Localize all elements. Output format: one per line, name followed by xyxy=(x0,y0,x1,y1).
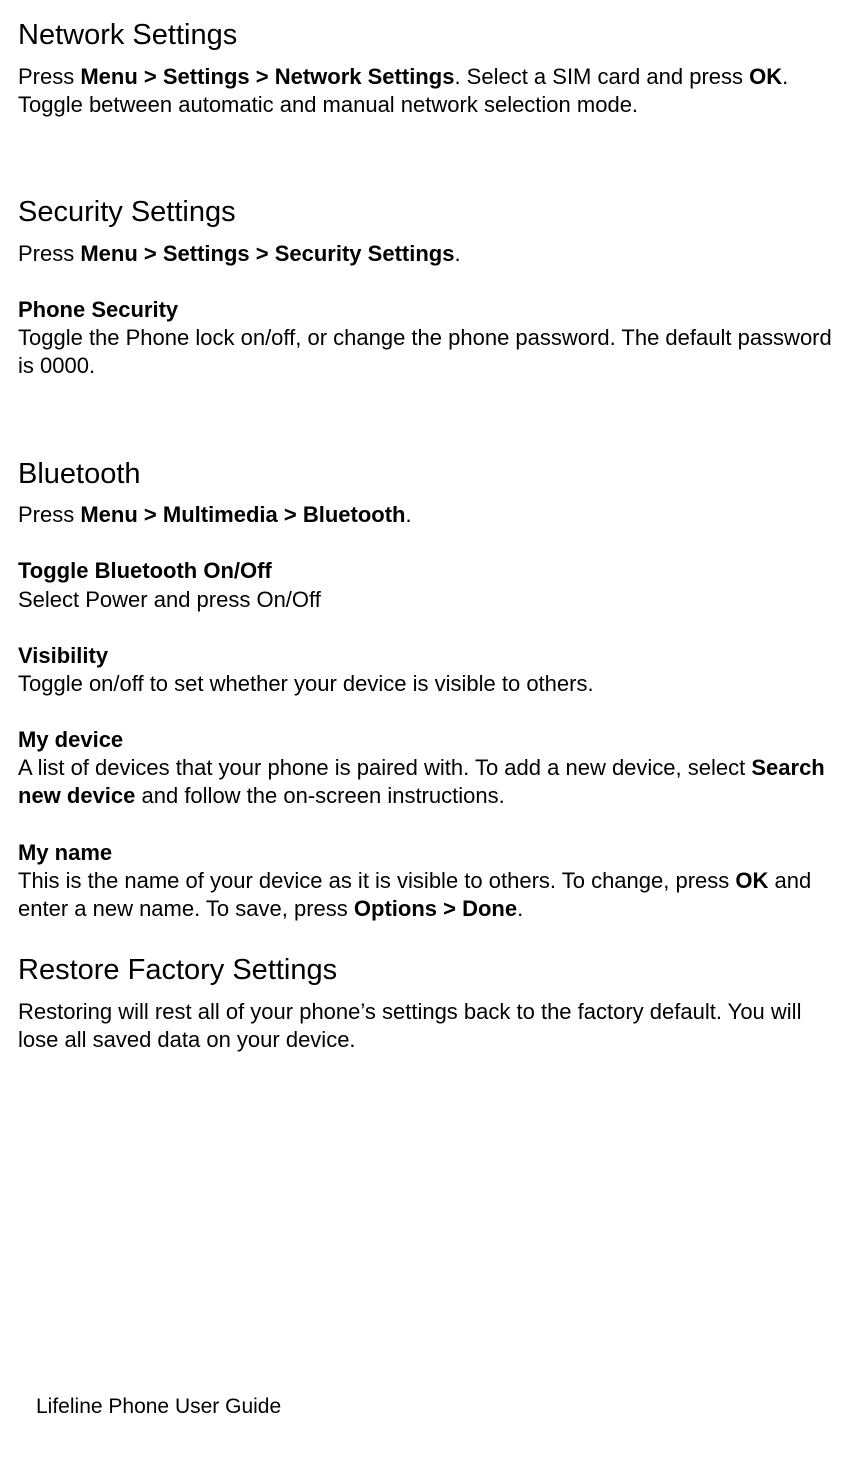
security-settings-heading: Security Settings xyxy=(18,195,837,230)
text-bold: Options > Done xyxy=(354,896,517,921)
text-bold: Menu > Multimedia > Bluetooth xyxy=(80,502,405,527)
text-pre: This is the name of your device as it is… xyxy=(18,868,735,893)
text-bold: Menu > Settings > Security Settings xyxy=(80,241,454,266)
network-settings-heading: Network Settings xyxy=(18,18,837,53)
phone-security-body: Toggle the Phone lock on/off, or change … xyxy=(18,324,837,380)
text-mid: . Select a SIM card and press xyxy=(454,64,749,89)
text-post: . xyxy=(454,241,460,266)
bluetooth-heading: Bluetooth xyxy=(18,457,837,492)
toggle-bluetooth-subheading: Toggle Bluetooth On/Off xyxy=(18,557,837,585)
text-bold: OK xyxy=(735,868,768,893)
text-pre: Press xyxy=(18,241,80,266)
text-pre: Press xyxy=(18,64,80,89)
text-bold: Menu > Settings > Network Settings xyxy=(80,64,454,89)
text-post: . xyxy=(405,502,411,527)
text-post: . xyxy=(517,896,523,921)
restore-factory-heading: Restore Factory Settings xyxy=(18,953,837,988)
text-post: and follow the on-screen instructions. xyxy=(135,783,504,808)
my-name-subheading: My name xyxy=(18,839,837,867)
text-pre: A list of devices that your phone is pai… xyxy=(18,755,751,780)
my-device-subheading: My device xyxy=(18,726,837,754)
bluetooth-body: Press Menu > Multimedia > Bluetooth. xyxy=(18,501,837,529)
visibility-body: Toggle on/off to set whether your device… xyxy=(18,670,837,698)
text-bold: OK xyxy=(749,64,782,89)
phone-security-subheading: Phone Security xyxy=(18,296,837,324)
visibility-subheading: Visibility xyxy=(18,642,837,670)
text-pre: Press xyxy=(18,502,80,527)
my-name-body: This is the name of your device as it is… xyxy=(18,867,837,923)
security-settings-body: Press Menu > Settings > Security Setting… xyxy=(18,240,837,268)
toggle-bluetooth-body: Select Power and press On/Off xyxy=(18,586,837,614)
network-settings-body: Press Menu > Settings > Network Settings… xyxy=(18,63,837,119)
restore-factory-body: Restoring will rest all of your phone’s … xyxy=(18,998,837,1054)
my-device-body: A list of devices that your phone is pai… xyxy=(18,754,837,810)
footer-text: Lifeline Phone User Guide xyxy=(36,1395,281,1419)
